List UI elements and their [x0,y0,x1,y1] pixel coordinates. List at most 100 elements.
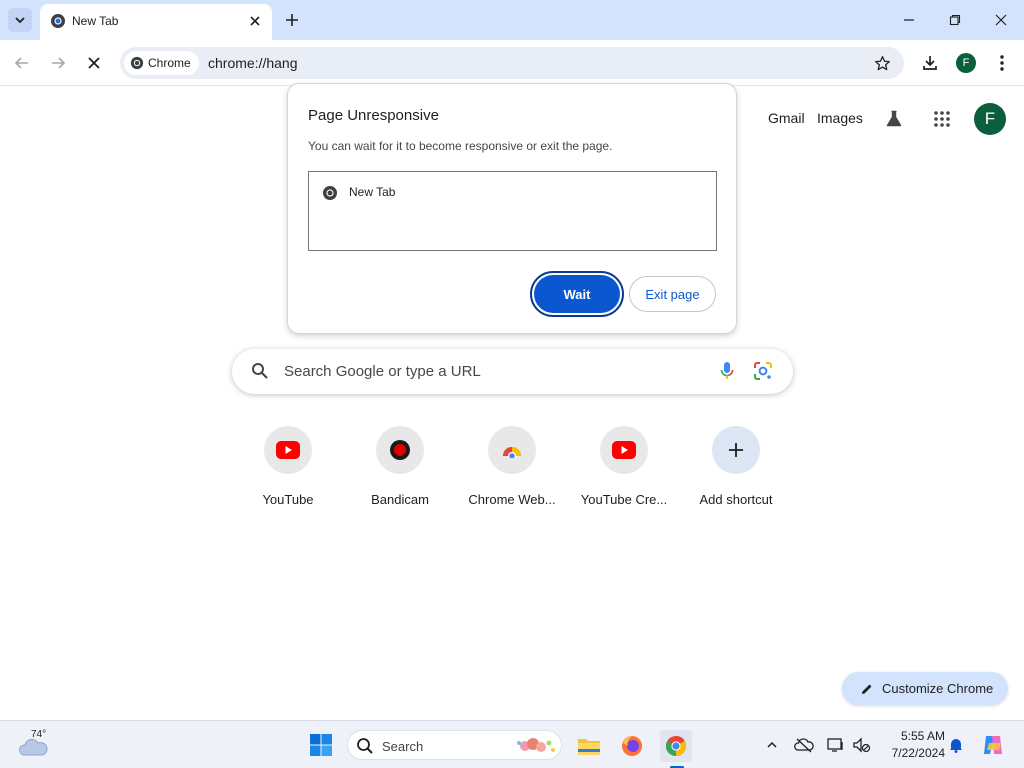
microphone-icon [720,362,734,379]
firefox-taskbar-button[interactable] [616,730,648,762]
shortcut-label: Bandicam [371,492,429,507]
lens-search-button[interactable] [752,360,774,382]
monitor-icon [827,738,843,752]
clock-date[interactable]: 7/22/2024 [875,746,945,760]
forward-button[interactable] [46,51,70,75]
ntp-search-box[interactable]: Search Google or type a URL [232,349,793,394]
chrome-icon [51,14,65,28]
show-hidden-icons-button[interactable] [762,735,782,755]
bandicam-icon [390,440,410,460]
customize-chrome-button[interactable]: Customize Chrome [842,672,1008,705]
copilot-button[interactable] [980,732,1006,758]
wait-button[interactable]: Wait [534,275,620,313]
network-button[interactable] [826,735,846,755]
youtube-icon [612,441,636,459]
search-placeholder: Search Google or type a URL [284,363,481,380]
apps-grid-icon [934,111,950,127]
tab-title: New Tab [72,14,119,28]
speaker-muted-icon [853,737,871,753]
bell-icon [950,739,962,753]
restore-button[interactable] [940,6,970,34]
start-button[interactable] [309,733,333,757]
windows-logo-icon [310,734,332,756]
shortcut-label: Chrome Web... [468,492,556,507]
star-icon [874,55,890,70]
new-tab-button[interactable] [282,10,302,30]
shortcut-label: Add shortcut [699,492,773,507]
stop-loading-button[interactable] [82,51,106,75]
pencil-icon [862,684,872,694]
unresponsive-pages-list: New Tab [308,171,717,251]
close-icon [995,14,1007,26]
labs-button[interactable] [882,107,906,131]
search-icon [250,361,270,381]
url-text[interactable]: chrome://hang [208,55,298,71]
more-vert-icon [1000,55,1004,71]
downloads-button[interactable] [918,51,942,75]
restore-icon [949,14,961,26]
minimize-icon [904,19,914,21]
firefox-icon [622,735,642,756]
tab-new-tab[interactable]: New Tab [40,4,272,40]
site-info-chip[interactable]: Chrome [124,51,199,75]
exit-page-button[interactable]: Exit page [629,276,716,312]
gmail-link[interactable]: Gmail [768,110,805,126]
shortcut-tile[interactable]: Bandicam [344,426,456,516]
close-window-button[interactable] [986,6,1016,34]
plus-icon [729,443,743,457]
chrome-icon [666,736,686,756]
search-highlight-icon [517,738,555,752]
shortcut-label: YouTube [262,492,314,507]
bookmark-button[interactable] [872,53,892,73]
folder-icon [578,739,600,755]
images-link[interactable]: Images [817,110,863,126]
forward-arrow-icon [52,57,66,69]
shortcut-label: YouTube Cre... [580,492,668,507]
cloud-offline-icon [794,738,814,753]
add-shortcut-tile[interactable]: Add shortcut [680,426,792,516]
tab-strip: New Tab [0,0,1024,40]
chevron-down-icon [15,17,25,24]
chrome-taskbar-button[interactable] [660,730,692,762]
tab-close-button[interactable] [246,12,264,30]
chevron-up-icon [767,741,777,748]
shortcut-tile[interactable]: YouTube [232,426,344,516]
shortcut-tile[interactable]: YouTube Cre... [568,426,680,516]
chrome-icon [323,186,337,200]
shortcut-tile[interactable]: Chrome Web... [456,426,568,516]
plus-icon [286,14,298,26]
tab-search-button[interactable] [8,8,32,32]
profile-button[interactable]: F [956,53,976,73]
customize-label: Customize Chrome [882,681,994,696]
back-button[interactable] [10,51,34,75]
chip-label: Chrome [148,56,191,70]
dialog-title: Page Unresponsive [308,107,439,124]
chrome-icon [130,56,144,70]
menu-button[interactable] [990,51,1014,75]
close-icon [250,16,260,26]
voice-search-button[interactable] [716,360,738,382]
clock-time[interactable]: 5:55 AM [885,729,945,743]
list-item: New Tab [349,185,396,199]
search-icon [357,738,373,754]
minimize-button[interactable] [894,6,924,34]
address-bar[interactable]: Chrome chrome://hang [120,47,904,79]
camera-lens-icon [754,362,772,380]
chrome-web-store-icon [503,447,521,458]
taskbar-search[interactable]: Search [347,730,562,760]
download-icon [923,56,937,70]
flask-icon [886,110,902,127]
dialog-message: You can wait for it to become responsive… [308,139,613,153]
temperature: 74° [31,729,47,740]
back-arrow-icon [14,57,28,69]
browser-toolbar: Chrome chrome://hang F [0,40,1024,86]
volume-button[interactable] [852,735,872,755]
notifications-button[interactable] [946,735,966,755]
onedrive-button[interactable] [794,735,814,755]
file-explorer-taskbar-button[interactable] [573,730,605,762]
apps-button[interactable] [930,107,954,131]
page-unresponsive-dialog: Page Unresponsive You can wait for it to… [287,83,737,334]
windows-taskbar: 74° Search 5:55 AM 7/22/2024 [0,720,1024,768]
account-avatar[interactable]: F [974,103,1006,135]
youtube-icon [276,441,300,459]
